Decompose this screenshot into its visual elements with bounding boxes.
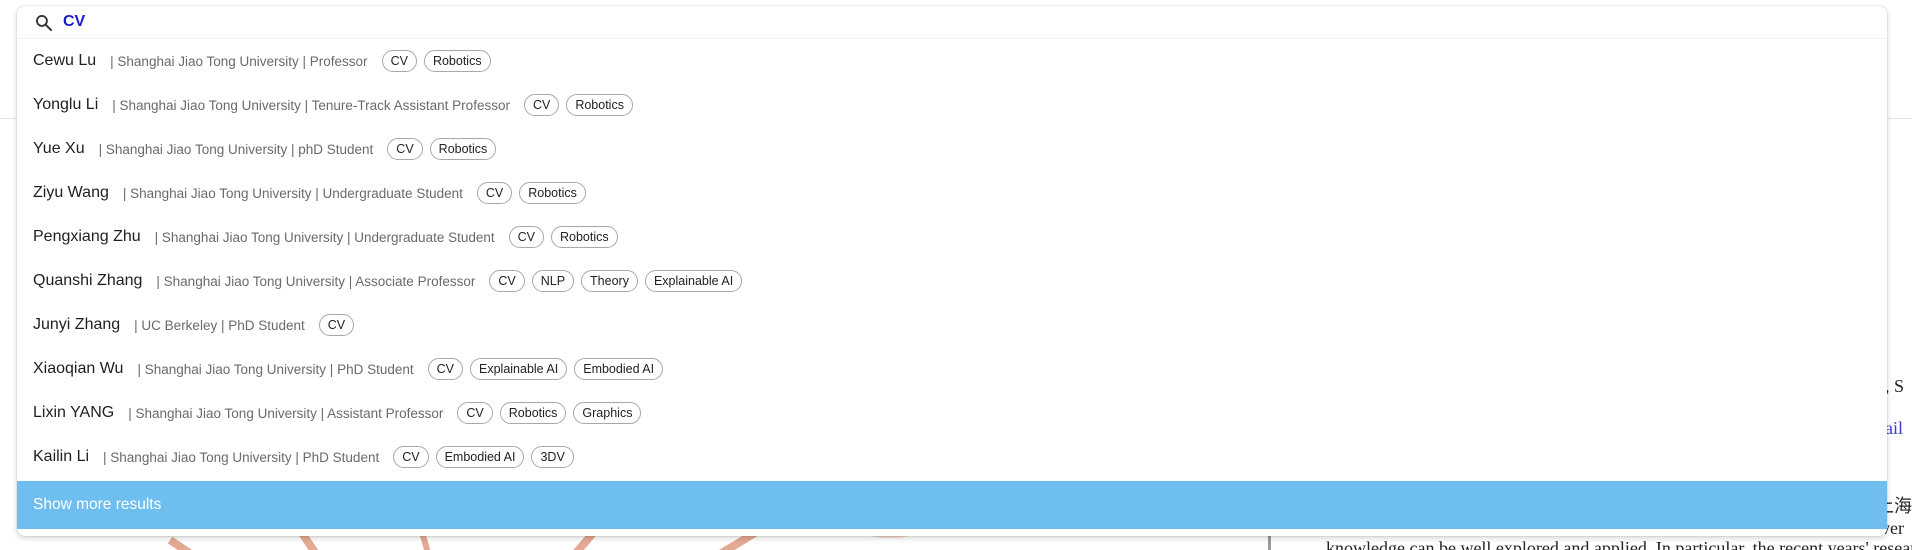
search-result-item[interactable]: Cewu Lu | Shanghai Jiao Tong University |… — [17, 39, 1887, 83]
result-tag: CV — [318, 314, 355, 336]
result-affiliation: | Shanghai Jiao Tong University | PhD St… — [103, 449, 380, 465]
result-affiliation: | Shanghai Jiao Tong University | Tenure… — [112, 97, 510, 113]
search-results-list: Cewu Lu | Shanghai Jiao Tong University |… — [17, 39, 1887, 479]
search-result-item[interactable]: Yue Xu | Shanghai Jiao Tong University | … — [17, 127, 1887, 171]
result-tag: CV — [387, 138, 423, 160]
result-tag: CV — [393, 446, 429, 468]
result-affiliation: | Shanghai Jiao Tong University | Profes… — [110, 53, 368, 69]
result-tag: Robotics — [423, 50, 491, 72]
result-name: Xiaoqian Wu — [33, 360, 124, 377]
search-result-item[interactable]: Yonglu Li | Shanghai Jiao Tong University… — [17, 83, 1887, 127]
result-name: Quanshi Zhang — [33, 272, 143, 289]
result-affiliation: | Shanghai Jiao Tong University | Underg… — [154, 229, 495, 245]
result-name: Yonglu Li — [33, 96, 99, 113]
result-tag: Explainable AI — [644, 270, 743, 292]
result-tag: CV — [523, 94, 560, 116]
search-result-item[interactable]: Junyi Zhang | UC Berkeley | PhD Student CV — [17, 303, 1887, 347]
result-name: Junyi Zhang — [33, 316, 121, 333]
show-more-results-button[interactable]: Show more results — [17, 481, 1887, 529]
result-tag: Embodied AI — [435, 446, 525, 468]
background-paragraph-fragment: knowledge can be well explored and appli… — [1326, 538, 1912, 550]
result-tag: Theory — [581, 270, 638, 292]
search-result-item[interactable]: Pengxiang Zhu | Shanghai Jiao Tong Univer… — [17, 215, 1887, 259]
result-tag: Robotics — [499, 402, 567, 424]
result-name: Lixin YANG — [33, 404, 115, 421]
result-name: Kailin Li — [33, 448, 90, 465]
search-bar — [17, 6, 1887, 39]
result-name: Ziyu Wang — [33, 184, 109, 201]
result-name: Pengxiang Zhu — [33, 228, 141, 245]
result-tag: Robotics — [551, 226, 618, 248]
result-tag: CV — [457, 402, 493, 424]
search-result-item[interactable]: Quanshi Zhang | Shanghai Jiao Tong Univer… — [17, 259, 1887, 303]
result-tag: Robotics — [519, 182, 586, 204]
page: g, S nail 上海 iver knowledge can be well … — [0, 0, 1912, 550]
search-dropdown: Cewu Lu | Shanghai Jiao Tong University |… — [17, 6, 1887, 536]
result-tag: Graphics — [573, 402, 642, 424]
result-tag: 3DV — [531, 446, 574, 468]
search-icon — [36, 15, 53, 32]
result-tag: Explainable AI — [470, 358, 568, 380]
result-name: Yue Xu — [33, 140, 85, 157]
result-tag: Robotics — [429, 138, 497, 160]
result-affiliation: | Shanghai Jiao Tong University | Associ… — [156, 273, 476, 289]
result-tag: Robotics — [566, 94, 633, 116]
result-tag: CV — [489, 270, 525, 292]
result-affiliation: | Shanghai Jiao Tong University | Underg… — [122, 185, 463, 201]
search-input[interactable] — [63, 10, 1763, 34]
result-tag: CV — [381, 50, 417, 72]
result-name: Cewu Lu — [33, 52, 97, 69]
search-result-item[interactable]: Lixin YANG | Shanghai Jiao Tong Universit… — [17, 391, 1887, 435]
result-affiliation: | Shanghai Jiao Tong University | Assist… — [128, 405, 444, 421]
result-tag: CV — [508, 226, 544, 248]
result-tag: NLP — [531, 270, 575, 292]
result-affiliation: | UC Berkeley | PhD Student — [134, 317, 305, 333]
search-result-item[interactable]: Ziyu Wang | Shanghai Jiao Tong University… — [17, 171, 1887, 215]
result-affiliation: | Shanghai Jiao Tong University | PhD St… — [137, 361, 414, 377]
result-tag: CV — [476, 182, 513, 204]
result-affiliation: | Shanghai Jiao Tong University | phD St… — [98, 141, 374, 157]
result-tag: Embodied AI — [574, 358, 664, 380]
result-tag: CV — [427, 358, 463, 380]
search-result-item[interactable]: Kailin Li | Shanghai Jiao Tong University… — [17, 435, 1887, 479]
search-result-item[interactable]: Xiaoqian Wu | Shanghai Jiao Tong Universi… — [17, 347, 1887, 391]
